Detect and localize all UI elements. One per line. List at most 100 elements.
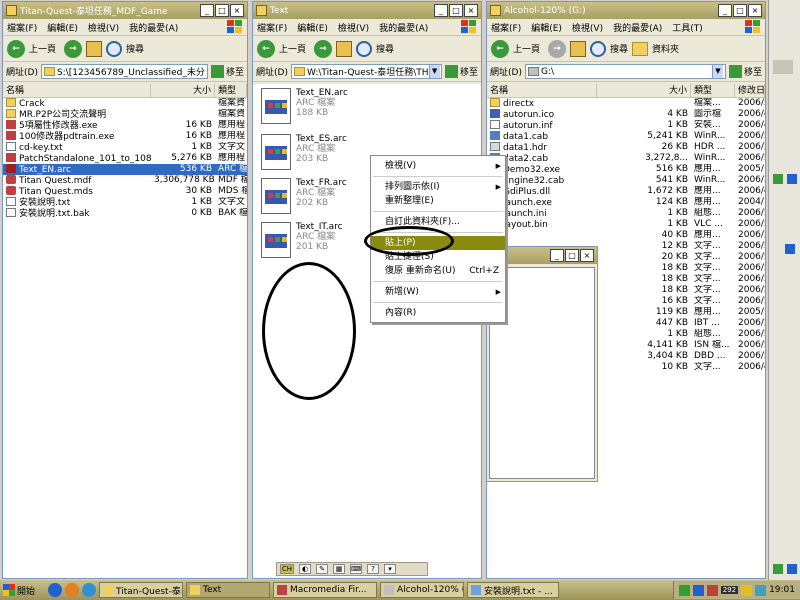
ime-keyboard-icon[interactable]: ⌨ [350, 564, 362, 574]
file-list[interactable]: 名稱 大小 類型 Crack 檔案資 MR.P2P公司交流聲明 檔案資 5項屬性修改器.… [3, 84, 247, 578]
chevron-down-icon[interactable]: ▼ [711, 65, 723, 78]
menu-item-new[interactable]: 新增(W) ▶ [371, 285, 505, 299]
back-button-label[interactable]: 上一頁 [279, 42, 306, 55]
table-row[interactable]: Text_EN.arc 536 KB ARC 檔 [3, 164, 247, 175]
address-input[interactable]: G:\ ▼ [524, 64, 726, 79]
menu-item-customize-folder[interactable]: 自訂此資料夾(F)... [371, 215, 505, 229]
table-row[interactable]: launch.ini 1 KB 組態... 2006/5/ [487, 208, 765, 219]
table-row[interactable]: data1.hdr 26 KB HDR ... 2006/5/ [487, 142, 765, 153]
back-arrow-icon[interactable]: ← [491, 39, 509, 58]
column-type[interactable]: 類型 [691, 84, 735, 97]
title-bar[interactable]: Text _ □ × [253, 2, 481, 19]
title-bar[interactable]: Titan-Quest-泰坦任務_MDF_Game _ □ × [3, 2, 247, 19]
search-icon[interactable] [590, 40, 607, 57]
table-row[interactable]: 安裝說明.txt.bak 0 KB BAK 檔 [3, 208, 247, 219]
table-row[interactable]: PatchStandalone_101_to_108.e... 5,276 KB 應… [3, 153, 247, 164]
column-name[interactable]: 名稱 [487, 84, 597, 97]
tray-network-icon[interactable] [692, 584, 704, 596]
tray-app-icon[interactable] [678, 584, 690, 596]
search-button-label[interactable]: 搜尋 [610, 42, 628, 55]
table-row[interactable]: autorun.inf 1 KB 安裝... 2006/4/ [487, 120, 765, 131]
menu-item-paste[interactable]: 貼上(P) [371, 236, 505, 250]
minimize-button[interactable]: _ [550, 249, 564, 262]
menu-view[interactable]: 檢視(V) [572, 21, 603, 34]
ime-language-button[interactable]: CH [280, 564, 294, 574]
ime-tool-icon[interactable]: ✎ [316, 564, 328, 574]
up-folder-icon[interactable] [570, 40, 587, 57]
search-icon[interactable] [356, 40, 373, 57]
column-modified[interactable]: 修改日 [735, 84, 765, 97]
table-row[interactable]: launch.exe 124 KB 應用... 2004/10 [487, 197, 765, 208]
table-row[interactable]: engine32.cab 541 KB WinR... 2006/3/ [487, 175, 765, 186]
table-row[interactable]: cd-key.txt 1 KB 文字文 [3, 142, 247, 153]
forward-arrow-icon[interactable]: → [548, 39, 567, 58]
search-button-label[interactable]: 搜尋 [126, 42, 144, 55]
folders-icon[interactable] [632, 41, 649, 56]
table-row[interactable]: data2.cab 3,272,8... WinR... 2006/5/ [487, 153, 765, 164]
tray-ime-icon[interactable] [755, 584, 767, 596]
chevron-down-icon[interactable]: ▼ [428, 65, 440, 78]
go-button[interactable]: 移至 [210, 65, 244, 78]
maximize-button[interactable]: □ [565, 249, 579, 262]
forward-arrow-icon[interactable]: → [314, 39, 333, 58]
menu-file[interactable]: 檔案(F) [7, 21, 37, 34]
up-folder-icon[interactable] [86, 40, 103, 57]
maximize-button[interactable]: □ [449, 4, 463, 17]
explorer-window-mdf-game[interactable]: Titan-Quest-泰坦任務_MDF_Game _ □ × 檔案(F) 編輯… [2, 1, 248, 579]
tray-antivirus-icon[interactable] [706, 584, 718, 596]
folders-button-label[interactable]: 資料夾 [652, 42, 679, 55]
table-row[interactable]: 100修改器pdtrain.exe 16 KB 應用程 [3, 131, 247, 142]
search-button-label[interactable]: 搜尋 [376, 42, 394, 55]
menu-favorites[interactable]: 我的最愛(A) [379, 21, 428, 34]
back-button-label[interactable]: 上一頁 [513, 42, 540, 55]
file-tile[interactable]: Text_FR.arc ARC 檔案 202 KB [261, 178, 371, 218]
ime-pad-icon[interactable]: ▦ [333, 564, 345, 574]
back-arrow-icon[interactable]: ← [257, 39, 275, 58]
ime-options-icon[interactable]: ▾ [384, 564, 396, 574]
menu-view[interactable]: 檢視(V) [88, 21, 119, 34]
table-row[interactable]: 安裝說明.txt 1 KB 文字文 [3, 197, 247, 208]
menu-item-refresh[interactable]: 重新整理(E) [371, 194, 505, 208]
menu-item-paste-shortcut[interactable]: 貼上捷徑(S) [371, 250, 505, 264]
address-input[interactable]: S:\[123456789_Unclassified_未分 [40, 64, 208, 79]
menu-item-view[interactable]: 檢視(V) ▶ [371, 159, 505, 173]
table-row[interactable]: layout.bin 1 KB VLC ... 2006/5/ [487, 219, 765, 230]
menu-file[interactable]: 檔案(F) [491, 21, 521, 34]
minimize-button[interactable]: _ [200, 4, 214, 17]
table-row[interactable]: Demo32.exe 516 KB 應用... 2005/1 [487, 164, 765, 175]
minimize-button[interactable]: _ [434, 4, 448, 17]
task-button-macromedia[interactable]: Macromedia Fir... [273, 582, 377, 598]
up-folder-icon[interactable] [336, 40, 353, 57]
ime-help-icon[interactable]: ? [367, 564, 379, 574]
media-player-icon[interactable] [65, 583, 79, 597]
file-tile[interactable]: Text_EN.arc ARC 檔案 188 KB [261, 88, 371, 128]
back-arrow-icon[interactable]: ← [7, 39, 25, 58]
task-button-mdf-game[interactable]: Titan-Quest-泰... [99, 582, 183, 598]
close-button[interactable]: × [748, 4, 762, 17]
menu-file[interactable]: 檔案(F) [257, 21, 287, 34]
table-row[interactable]: 5項屬性修改器.exe 16 KB 應用程 [3, 120, 247, 131]
menu-edit[interactable]: 編輯(E) [47, 21, 78, 34]
close-button[interactable]: × [464, 4, 478, 17]
task-button-alcohol[interactable]: Alcohol-120% (... [380, 582, 464, 598]
go-button[interactable]: 移至 [444, 65, 478, 78]
file-tile[interactable]: Text_ES.arc ARC 檔案 203 KB [261, 134, 371, 174]
menu-item-undo-rename[interactable]: 復原 重新命名(U) Ctrl+Z [371, 264, 505, 278]
table-row[interactable]: autorun.ico 4 KB 圖示檔 2006/4/ [487, 109, 765, 120]
start-button[interactable]: 開始 [0, 581, 44, 599]
table-row[interactable]: Titan Quest.mdf 3,306,778 KB MDF 檔 [3, 175, 247, 186]
menu-item-properties[interactable]: 內容(R) [371, 306, 505, 320]
title-bar[interactable]: Alcohol-120% (G:) _ □ × [487, 2, 765, 19]
table-row[interactable]: directx 檔案... 2006/5/ [487, 98, 765, 109]
menu-view[interactable]: 檢視(V) [338, 21, 369, 34]
table-row[interactable]: Titan Quest.mds 30 KB MDS 檔 [3, 186, 247, 197]
menu-favorites[interactable]: 我的最愛(A) [613, 21, 662, 34]
file-tile[interactable]: Text_IT.arc ARC 檔案 201 KB [261, 222, 371, 262]
offscreen-window-strip[interactable] [768, 0, 800, 580]
table-row[interactable]: 40 KB 應用... 2006/5/ [487, 230, 765, 241]
back-button-label[interactable]: 上一頁 [29, 42, 56, 55]
column-size[interactable]: 大小 [151, 84, 215, 97]
table-row[interactable]: MR.P2P公司交流聲明 檔案資 [3, 109, 247, 120]
column-size[interactable]: 大小 [597, 84, 691, 97]
column-type[interactable]: 類型 [215, 84, 247, 97]
